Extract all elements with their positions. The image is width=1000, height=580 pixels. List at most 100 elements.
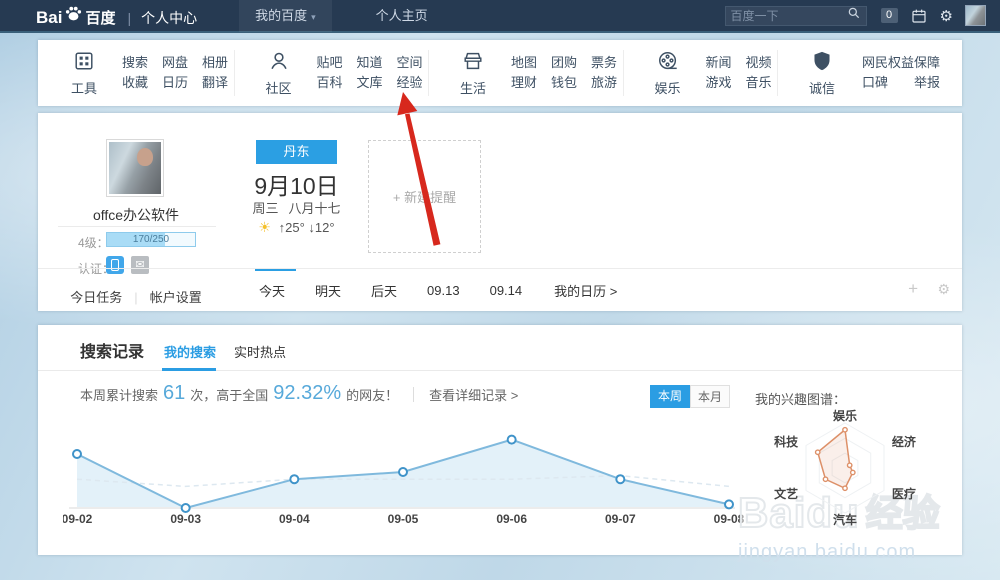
baidu-paw-icon bbox=[64, 4, 83, 28]
grid-link[interactable]: 钱包 bbox=[551, 73, 577, 93]
new-reminder-box[interactable]: + 新建提醒 bbox=[368, 140, 481, 253]
radar-axis-label-科技: 科技 bbox=[774, 434, 799, 449]
navbar-avatar[interactable] bbox=[965, 5, 986, 26]
grid-lead-label: 诚信 bbox=[809, 78, 835, 97]
tab-realtime-hot[interactable]: 实时热点 bbox=[234, 342, 286, 361]
grid-link[interactable]: 知道 bbox=[357, 53, 383, 73]
radar-point-娱乐 bbox=[843, 428, 847, 432]
grid-lead-life[interactable]: 生活 bbox=[449, 50, 497, 97]
data-point-09-07[interactable] bbox=[616, 475, 624, 483]
search-input[interactable] bbox=[731, 9, 847, 23]
grid-link[interactable]: 票务 bbox=[591, 53, 617, 73]
grid-lead-community[interactable]: 社区 bbox=[255, 50, 303, 97]
grid-link[interactable]: 百科 bbox=[317, 73, 343, 93]
x-tick-label: 09-07 bbox=[605, 512, 636, 526]
grid-link[interactable]: 经验 bbox=[397, 73, 423, 93]
level-progress-text: 170/250 bbox=[107, 233, 195, 246]
grid-link[interactable]: 游戏 bbox=[706, 73, 732, 93]
grid-link[interactable]: 贴吧 bbox=[317, 53, 343, 73]
grid-link[interactable]: 举报 bbox=[914, 73, 940, 93]
calendar-icon[interactable] bbox=[911, 8, 927, 24]
profile-avatar[interactable] bbox=[106, 139, 164, 197]
grid-link[interactable]: 理财 bbox=[511, 73, 537, 93]
services-icon-grid-card: 工具搜索收藏网盘日历相册翻译社区贴吧百科知道文库空间经验生活地图理财团购钱包票务… bbox=[38, 40, 962, 106]
grid-link[interactable]: 网民权益保障 bbox=[862, 53, 940, 73]
x-tick-label: 09-05 bbox=[388, 512, 419, 526]
data-point-09-02[interactable] bbox=[73, 450, 81, 458]
nav-personal-homepage[interactable]: 个人主页 bbox=[360, 0, 444, 32]
gear-icon[interactable]: ⚙ bbox=[940, 7, 953, 25]
day-tab-1[interactable]: 今天 bbox=[259, 281, 285, 300]
grid-link[interactable]: 音乐 bbox=[746, 73, 772, 93]
search-records-header: 搜索记录 我的搜索 实时热点 bbox=[38, 325, 962, 371]
grid-link[interactable]: 旅游 bbox=[591, 73, 617, 93]
search-icon[interactable] bbox=[847, 6, 861, 25]
radar-axis-label-经济: 经济 bbox=[892, 434, 917, 449]
this-week-button[interactable]: 本周 bbox=[650, 385, 690, 408]
day-tab-2[interactable]: 明天 bbox=[315, 281, 341, 300]
radar-axis-label-医疗: 医疗 bbox=[892, 486, 916, 501]
grid-link[interactable]: 地图 bbox=[511, 53, 537, 73]
grid-lead-entertainment[interactable]: 娱乐 bbox=[644, 50, 692, 97]
page-background: Bai 百度 | 个人中心 我的百度▾ 个人主页 0 ⚙ 工具搜索收藏网盘日 bbox=[0, 0, 1000, 580]
grid-link-column: 视频音乐 bbox=[746, 53, 772, 93]
grid-link[interactable]: 翻译 bbox=[202, 73, 228, 93]
radar-axis-label-文艺: 文艺 bbox=[774, 486, 798, 501]
grid-link[interactable]: 日历 bbox=[162, 73, 188, 93]
notification-badge[interactable]: 0 bbox=[881, 8, 898, 23]
temp-high: ↑25° bbox=[279, 220, 305, 235]
data-point-09-05[interactable] bbox=[399, 468, 407, 476]
rights-protection-block: 网民权益保障口碑 举报 bbox=[862, 53, 940, 93]
grid-link-column: 知道文库 bbox=[357, 53, 383, 93]
add-icon[interactable]: + bbox=[908, 279, 918, 299]
my-calendar-link[interactable]: 我的日历 > bbox=[554, 281, 617, 300]
tools-grid-icon bbox=[73, 50, 95, 77]
entertainment-reel-icon bbox=[657, 50, 679, 77]
username: offce办公软件 bbox=[46, 205, 226, 225]
day-tab-5[interactable]: 09.14 bbox=[490, 283, 523, 298]
day-tab-3[interactable]: 后天 bbox=[371, 281, 397, 300]
top-navbar: Bai 百度 | 个人中心 我的百度▾ 个人主页 0 ⚙ bbox=[0, 0, 1000, 33]
life-store-icon bbox=[462, 50, 484, 77]
percentile: 92.32% bbox=[273, 382, 341, 405]
radar-point-汽车 bbox=[843, 486, 847, 490]
grid-link[interactable]: 空间 bbox=[397, 53, 423, 73]
data-point-09-04[interactable] bbox=[290, 475, 298, 483]
data-point-09-06[interactable] bbox=[508, 436, 516, 444]
icon-grid-group-entertainment: 娱乐新闻游戏视频音乐 bbox=[623, 50, 776, 96]
grid-link[interactable]: 团购 bbox=[551, 53, 577, 73]
profile-weather-card: offce办公软件 4级： 170/250 认证： ✉ 今日任务|帐户设置 丹东… bbox=[38, 113, 962, 311]
grid-link[interactable]: 收藏 bbox=[122, 73, 148, 93]
grid-link-column: 相册翻译 bbox=[202, 53, 228, 93]
services-icon-grid: 工具搜索收藏网盘日历相册翻译社区贴吧百科知道文库空间经验生活地图理财团购钱包票务… bbox=[38, 40, 962, 106]
radar-point-文艺 bbox=[823, 477, 827, 481]
radar-axis-label-汽车: 汽车 bbox=[833, 512, 857, 527]
grid-link[interactable]: 文库 bbox=[357, 73, 383, 93]
view-details-link[interactable]: 查看详细记录 > bbox=[429, 385, 518, 404]
grid-link-column: 贴吧百科 bbox=[317, 53, 343, 93]
tab-my-searches[interactable]: 我的搜索 bbox=[164, 342, 216, 361]
data-point-09-03[interactable] bbox=[182, 504, 190, 512]
weather-gear-icon[interactable]: ⚙ bbox=[937, 281, 950, 298]
this-month-button[interactable]: 本月 bbox=[690, 385, 730, 408]
grid-link[interactable]: 网盘 bbox=[162, 53, 188, 73]
community-person-icon bbox=[268, 50, 290, 77]
data-point-09-08[interactable] bbox=[725, 500, 733, 508]
grid-link[interactable]: 相册 bbox=[202, 53, 228, 73]
weekly-stats: 本周累计搜索 61 次，高于全国 92.32% 的网友！ 查看详细记录 > bbox=[80, 383, 518, 406]
grid-link-column: 票务旅游 bbox=[591, 53, 617, 93]
day-tab-4[interactable]: 09.13 bbox=[427, 283, 460, 298]
radar-point-科技 bbox=[816, 450, 820, 454]
baidu-logo[interactable]: Bai 百度 | 个人中心 bbox=[36, 4, 197, 28]
rights-links-row: 口碑 举报 bbox=[862, 73, 940, 93]
city-button[interactable]: 丹东 bbox=[256, 140, 337, 164]
grid-lead-integrity[interactable]: 诚信 bbox=[798, 50, 846, 97]
grid-link-column: 网盘日历 bbox=[162, 53, 188, 93]
grid-lead-tools[interactable]: 工具 bbox=[60, 50, 108, 97]
grid-link[interactable]: 视频 bbox=[746, 53, 772, 73]
grid-link[interactable]: 搜索 bbox=[122, 53, 148, 73]
grid-link[interactable]: 新闻 bbox=[706, 53, 732, 73]
grid-lead-label: 社区 bbox=[265, 78, 291, 97]
nav-my-baidu[interactable]: 我的百度▾ bbox=[239, 0, 332, 32]
grid-link[interactable]: 口碑 bbox=[862, 73, 888, 93]
